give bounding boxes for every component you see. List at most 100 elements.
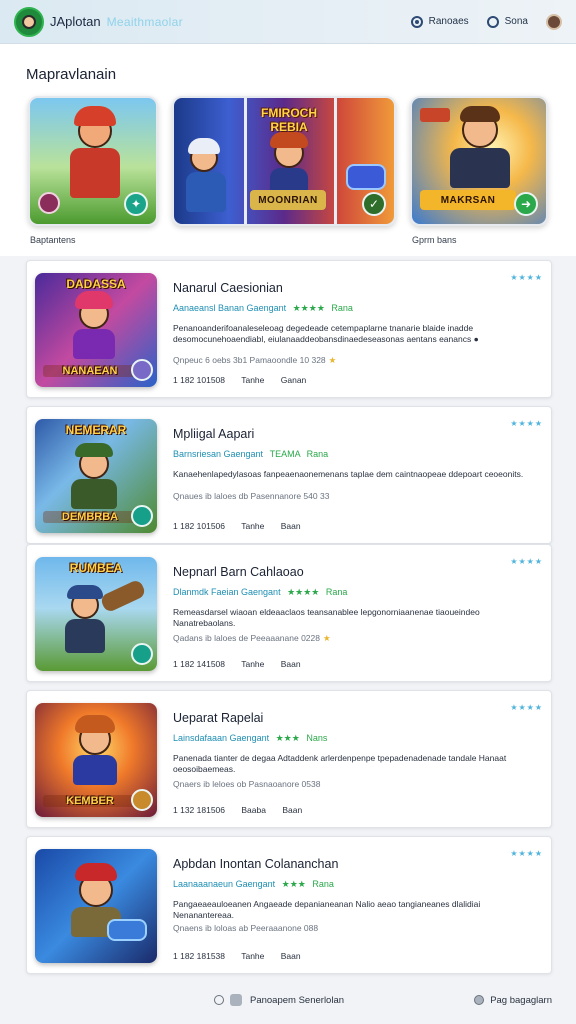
nav-label: Sona <box>504 16 528 27</box>
character-hair <box>460 106 500 122</box>
blaster-icon <box>107 919 147 941</box>
game-thumbnail[interactable] <box>35 849 157 963</box>
footer: Panoapem Senerlolan Pag bagaglarn <box>0 982 576 1018</box>
panel-divider <box>244 98 247 224</box>
user-avatar[interactable] <box>546 13 562 30</box>
footer-right-label: Pag bagaglarn <box>490 994 552 1006</box>
character-hair <box>75 715 115 733</box>
item-stats: 1 182 101508 Tanhe Ganan <box>173 375 320 385</box>
nav-item-sona[interactable]: Sona <box>486 15 528 28</box>
play-badge-icon: ✦ <box>124 192 148 216</box>
footer-link-right[interactable]: Pag bagaglarn <box>474 995 552 1006</box>
item-meta: Laanaaanaeun Gaengant ★★★ Rana <box>173 879 334 890</box>
stat-downloads: 1 182 101508 <box>173 375 225 385</box>
item-title[interactable]: Apbdan Inontan Colananchan <box>173 857 338 871</box>
list-item[interactable]: NEMERAR DEMBRBA Mpliigal Aapari Barnsrie… <box>26 406 552 544</box>
list-item[interactable]: Apbdan Inontan Colananchan Laanaaanaeun … <box>26 836 552 974</box>
list-item[interactable]: DADASSA NANAEAN Nanarul Caesionian Aanae… <box>26 260 552 398</box>
game-thumbnail[interactable]: KEMBER <box>35 703 157 817</box>
info-icon <box>214 995 224 1005</box>
stat-type: Tanhe <box>241 659 265 669</box>
item-title[interactable]: Mpliigal Aapari <box>173 427 254 441</box>
tile-bottom-label: MAKRSAN <box>420 190 516 210</box>
item-meta: Barnsriesan Gaengant TEAMA Rana <box>173 449 328 459</box>
item-title[interactable]: Nepnarl Barn Cahlaoao <box>173 565 304 579</box>
game-thumbnail[interactable]: DADASSA NANAEAN <box>35 273 157 387</box>
star-rating: ★★★ <box>275 733 300 743</box>
item-subtext: Qnaers ib leloes ob Pasnaoanore 0538 <box>173 779 320 789</box>
star-rating: ★★★★ <box>287 587 320 597</box>
badge-icon <box>131 643 153 665</box>
corner-rating: ★★★★ <box>510 557 543 566</box>
item-tag: Nans <box>306 733 328 743</box>
app-logo[interactable] <box>14 6 44 37</box>
item-stats: 1 132 181506 Baaba Baan <box>173 805 316 815</box>
radio-icon <box>410 15 423 28</box>
stat-status: Baan <box>280 521 301 531</box>
brand-subtitle: Meaithmaolar <box>106 14 183 29</box>
game-thumbnail[interactable]: RUMBEA <box>35 557 157 671</box>
item-description: Pangaeaeauloeanen Angaeade depanianeanan… <box>173 899 481 920</box>
top-nav: Ranoaes Sona <box>393 13 562 30</box>
item-description: Remeasdarsel wiaoan eldeaaclaos teansana… <box>173 607 480 628</box>
item-meta: Aanaeansl Banan Gaengant ★★★★ Rana <box>173 303 353 314</box>
item-title[interactable]: Nanarul Caesionian <box>173 281 283 295</box>
thumbnail-title: RUMBEA <box>69 561 123 575</box>
character-body <box>73 755 117 785</box>
item-tag: Rana <box>306 449 329 459</box>
corner-rating: ★★★★ <box>510 419 543 428</box>
corner-rating: ★★★★ <box>510 273 543 282</box>
item-subtext: Qnaues ib laloes db Pasennanore 540 33 <box>173 491 329 501</box>
nav-item-ranoaes[interactable]: Ranoaes <box>410 15 469 28</box>
character-helmet <box>74 106 116 126</box>
brand-name: JAplotan <box>50 14 101 29</box>
featured-tile-3[interactable]: MAKRSAN ➜ <box>410 96 548 226</box>
list-item[interactable]: RUMBEA Nepnarl Barn Cahlaoao Dlanmdk Fae… <box>26 544 552 682</box>
character-body <box>450 148 510 188</box>
featured-section: Mapravlanain ✦ Baptantens FMIROCH REBIA … <box>0 44 576 256</box>
character-body <box>73 329 115 359</box>
refresh-icon <box>486 15 499 28</box>
character-helmet <box>188 138 220 154</box>
item-stats: 1 182 181538 Tanhe Baan <box>173 951 315 961</box>
game-thumbnail[interactable]: NEMERAR DEMBRBA <box>35 419 157 533</box>
badge-icon <box>131 359 153 381</box>
item-sub-label: Qnaens ib loloas ab Peeraaanone 088 <box>173 923 319 933</box>
star-icon: ★ <box>322 633 331 643</box>
thumbnail-subtitle: NANAEAN <box>43 365 137 377</box>
character-hair <box>270 132 308 148</box>
stat-downloads: 1 182 181538 <box>173 951 225 961</box>
item-stats: 1 182 101506 Tanhe Baan <box>173 521 315 531</box>
featured-tile-2[interactable]: FMIROCH REBIA MOONRIAN ✓ <box>172 96 396 226</box>
section-title: Mapravlanain <box>26 66 117 83</box>
star-rating: ★★★★ <box>292 303 325 313</box>
item-sub-label: Qnaers ib leloes ob Pasnaoanore 0538 <box>173 779 321 789</box>
stat-downloads: 1 132 181506 <box>173 805 225 815</box>
corner-rating: ★★★★ <box>510 703 543 712</box>
item-category: Barnsriesan Gaengant <box>173 449 264 459</box>
item-category: Aanaeansl Banan Gaengant <box>173 303 287 313</box>
stat-type: Baaba <box>241 805 266 815</box>
footer-link-left[interactable]: Panoapem Senerlolan <box>214 994 344 1006</box>
featured-tile-1[interactable]: ✦ <box>28 96 158 226</box>
stat-downloads: 1 182 141508 <box>173 659 225 669</box>
item-tag: Rana <box>325 587 348 597</box>
item-title[interactable]: Ueparat Rapelai <box>173 711 263 725</box>
stat-type: Tanhe <box>241 375 265 385</box>
badge-icon <box>131 505 153 527</box>
item-sub-label: Qnaues ib laloes db Pasennanore 540 33 <box>173 491 330 501</box>
character-body <box>70 148 120 198</box>
item-category: Laanaaanaeun Gaengant <box>173 879 276 889</box>
document-icon <box>230 994 242 1006</box>
stat-type: Tanhe <box>241 951 265 961</box>
item-sub-label: Qadans ib laloes de Peeaaanane 0228 <box>173 633 320 643</box>
stat-type: Tanhe <box>241 521 265 531</box>
thumbnail-subtitle: DEMBRBA <box>43 511 137 523</box>
panel-divider <box>334 98 337 224</box>
tile-bottom-label: MOONRIAN <box>250 190 326 210</box>
item-description: Penanoanderifoanaleseleoag degedeade cet… <box>173 323 479 344</box>
item-tag: Rana <box>312 879 334 889</box>
nav-label: Ranoaes <box>428 16 469 27</box>
list-item[interactable]: KEMBER Ueparat Rapelai Lainsdafaaan Gaen… <box>26 690 552 828</box>
featured-caption: Baptantens <box>30 235 76 245</box>
